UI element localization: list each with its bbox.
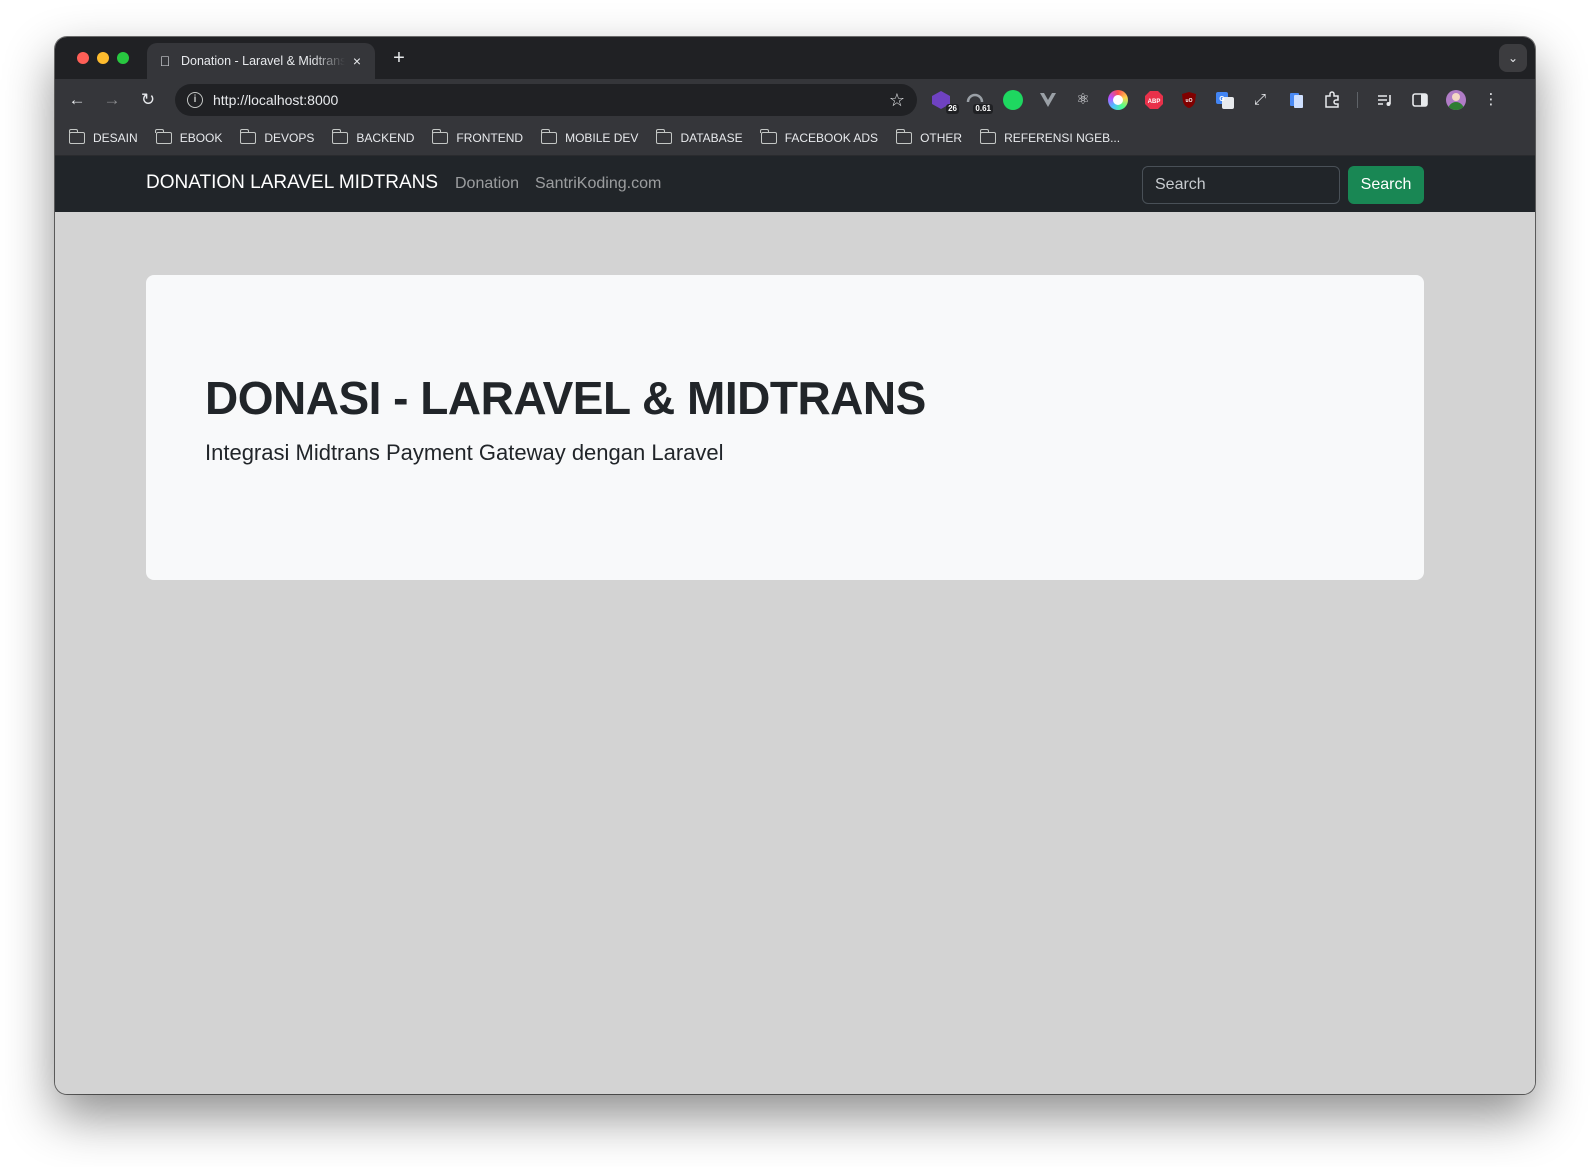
expand-icon[interactable]: ⤢ — [1250, 90, 1270, 110]
bookmark-folder[interactable]: FACEBOOK ADS — [760, 129, 879, 145]
bookmark-folder[interactable]: DATABASE — [655, 129, 743, 145]
extension-1-icon[interactable]: 26 — [931, 90, 959, 114]
svg-text:ABP: ABP — [1148, 99, 1161, 105]
hero-jumbotron: DONASI - LARAVEL & MIDTRANS Integrasi Mi… — [146, 275, 1424, 580]
profile-avatar[interactable] — [1446, 90, 1466, 110]
folder-icon — [895, 129, 913, 144]
search-button[interactable]: Search — [1348, 166, 1424, 204]
media-controls-icon[interactable] — [1375, 90, 1395, 110]
folder-icon — [979, 129, 997, 144]
folder-icon — [331, 129, 349, 144]
back-icon[interactable]: ← — [65, 88, 89, 112]
browser-window:  Donation - Laravel & Midtrans × + ⌄ ← … — [55, 37, 1535, 1094]
extension-2-badge: 0.61 — [973, 104, 993, 114]
web-page: DONATION LARAVEL MIDTRANS Donation Santr… — [55, 156, 1535, 1094]
browser-tab[interactable]:  Donation - Laravel & Midtrans × — [147, 43, 375, 79]
new-tab-button[interactable]: + — [387, 46, 411, 70]
folder-icon — [431, 129, 449, 144]
bookmark-folder[interactable]: FRONTEND — [431, 129, 524, 145]
bookmark-label: DATABASE — [680, 131, 743, 145]
color-picker-extension-icon[interactable] — [1108, 90, 1128, 110]
svg-text:uO: uO — [1186, 98, 1193, 104]
bookmarks-bar: DESAIN EBOOK DEVOPS BACKEND FRONTEND MOB… — [55, 121, 1535, 156]
bookmark-label: REFERENSI NGEB... — [1004, 131, 1121, 145]
bookmark-label: FACEBOOK ADS — [784, 131, 879, 145]
bookmark-label: DEVOPS — [264, 131, 315, 145]
site-navbar: DONATION LARAVEL MIDTRANS Donation Santr… — [55, 156, 1535, 212]
bookmark-folder[interactable]: MOBILE DEV — [540, 129, 639, 145]
bookmark-star-icon[interactable]: ☆ — [889, 90, 905, 111]
menu-kebab-icon[interactable]: ⋮ — [1481, 90, 1501, 110]
search-input[interactable] — [1142, 166, 1340, 204]
bookmark-label: DESAIN — [93, 131, 138, 145]
green-dot-extension-icon[interactable] — [1003, 90, 1023, 110]
google-translate-icon[interactable]: G — [1215, 90, 1235, 110]
bookmark-label: FRONTEND — [456, 131, 524, 145]
url-text[interactable]: http://localhost:8000 — [213, 92, 889, 108]
extensions-puzzle-icon[interactable] — [1322, 90, 1342, 110]
ublock-origin-icon[interactable]: uO — [1179, 90, 1199, 110]
reload-icon[interactable]: ↻ — [136, 88, 160, 112]
tab-title: Donation - Laravel & Midtrans — [181, 54, 345, 68]
bookmark-label: EBOOK — [179, 131, 223, 145]
extension-2-icon[interactable]: 0.61 — [965, 90, 993, 114]
folder-icon — [155, 129, 172, 144]
bookmark-folder[interactable]: DEVOPS — [239, 129, 315, 145]
bookmark-folder[interactable]: REFERENSI NGEB... — [979, 129, 1121, 145]
bookmark-folder[interactable]: DESAIN — [68, 129, 138, 145]
hero-title: DONASI - LARAVEL & MIDTRANS — [205, 372, 926, 424]
side-panel-icon[interactable] — [1410, 90, 1430, 110]
tab-strip:  Donation - Laravel & Midtrans × + ⌄ — [55, 37, 1535, 79]
apple-icon:  — [157, 53, 173, 69]
browser-toolbar: ← → ↻ i http://localhost:8000 ☆ 26 0.61 … — [55, 79, 1535, 121]
window-minimize-button[interactable] — [97, 52, 109, 64]
bookmark-folder[interactable]: EBOOK — [155, 129, 223, 145]
nav-link-donation[interactable]: Donation — [455, 175, 519, 193]
folder-icon — [68, 129, 85, 144]
bookmark-label: OTHER — [920, 131, 963, 145]
adblock-plus-icon[interactable]: ABP — [1144, 90, 1164, 110]
site-info-icon[interactable]: i — [187, 92, 203, 108]
folder-icon — [540, 129, 558, 144]
nav-link-santrikoding[interactable]: SantriKoding.com — [535, 175, 661, 193]
tab-close-icon[interactable]: × — [349, 53, 365, 69]
bookmark-folder[interactable]: BACKEND — [331, 129, 415, 145]
document-extension-icon[interactable] — [1286, 90, 1306, 110]
hero-subtitle: Integrasi Midtrans Payment Gateway denga… — [205, 440, 724, 465]
svg-text:G: G — [1219, 96, 1225, 103]
folder-icon — [760, 129, 777, 144]
window-close-button[interactable] — [77, 52, 89, 64]
forward-icon[interactable]: → — [100, 88, 124, 112]
bookmark-label: MOBILE DEV — [565, 131, 639, 145]
folder-icon — [239, 129, 257, 144]
tab-search-icon[interactable]: ⌄ — [1499, 44, 1527, 72]
toolbar-divider — [1357, 92, 1358, 108]
bookmark-label: BACKEND — [356, 131, 415, 145]
address-bar[interactable]: i http://localhost:8000 ☆ — [175, 84, 917, 116]
bookmark-folder[interactable]: OTHER — [895, 129, 963, 145]
react-devtools-icon[interactable]: ⚛ — [1073, 90, 1093, 110]
vue-devtools-icon[interactable] — [1038, 90, 1058, 110]
extension-1-badge: 26 — [946, 104, 959, 114]
folder-icon — [655, 129, 673, 144]
window-maximize-button[interactable] — [117, 52, 129, 64]
navbar-brand[interactable]: DONATION LARAVEL MIDTRANS — [146, 172, 438, 194]
